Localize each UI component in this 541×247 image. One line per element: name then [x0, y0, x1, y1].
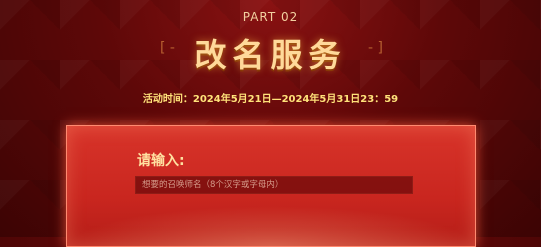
- title-bracket-right: - ]: [368, 40, 383, 56]
- panel-glow: [67, 206, 475, 246]
- rename-panel: 请输入:: [66, 125, 476, 247]
- page-title: 改名服务: [194, 36, 347, 74]
- summoner-name-input[interactable]: [135, 176, 413, 194]
- part-label: PART 02: [242, 10, 299, 24]
- input-label: 请输入:: [137, 153, 185, 169]
- event-time: 活动时间：2024年5月21日—2024年5月31日23：59: [142, 94, 399, 105]
- title-container: 改名服务: [0, 30, 541, 76]
